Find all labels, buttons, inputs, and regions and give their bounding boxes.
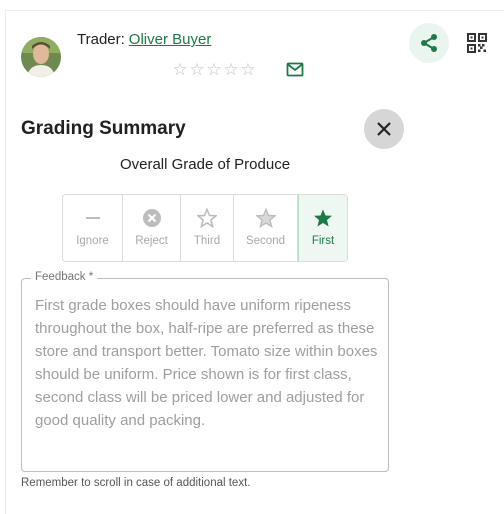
grade-third-button[interactable]: Third bbox=[181, 195, 234, 261]
grade-subtitle: Overall Grade of Produce bbox=[119, 156, 291, 173]
trader-name-link[interactable]: Oliver Buyer bbox=[129, 31, 212, 48]
grade-reject-button[interactable]: Reject bbox=[123, 195, 181, 261]
grade-label: Ignore bbox=[76, 235, 109, 247]
rating-stars: ☆ ☆ ☆ ☆ ☆ bbox=[172, 61, 256, 79]
share-icon bbox=[421, 34, 437, 52]
trader-label: Trader: bbox=[77, 31, 125, 48]
grade-first-button[interactable]: First bbox=[298, 195, 347, 261]
star-icon: ☆ bbox=[240, 60, 256, 79]
star-half-icon bbox=[255, 207, 276, 229]
grade-label: Reject bbox=[135, 235, 168, 247]
scroll-hint: Remember to scroll in case of additional… bbox=[21, 477, 251, 489]
star-outline-icon bbox=[197, 207, 217, 229]
x-circle-icon bbox=[142, 207, 162, 229]
qr-code-icon[interactable] bbox=[467, 33, 487, 53]
star-filled-icon bbox=[313, 207, 333, 229]
dialog-title: Grading Summary bbox=[21, 118, 186, 139]
mail-icon[interactable] bbox=[286, 62, 304, 77]
feedback-text[interactable]: First grade boxes should have uniform ri… bbox=[35, 294, 380, 432]
grade-second-button[interactable]: Second bbox=[234, 195, 298, 261]
grade-label: Third bbox=[193, 235, 221, 247]
grade-label: First bbox=[311, 235, 335, 247]
star-icon: ☆ bbox=[189, 60, 205, 79]
feedback-label: Feedback * bbox=[31, 271, 98, 283]
close-icon bbox=[377, 122, 391, 136]
share-button[interactable] bbox=[409, 23, 449, 63]
minus-icon bbox=[84, 207, 102, 229]
grade-ignore-button[interactable]: Ignore bbox=[63, 195, 123, 261]
trader-line: Trader: Oliver Buyer bbox=[77, 31, 211, 48]
star-icon: ☆ bbox=[206, 60, 222, 79]
star-icon: ☆ bbox=[172, 60, 188, 79]
grade-toggle-group: Ignore Reject Third Second First bbox=[62, 194, 348, 262]
star-icon: ☆ bbox=[223, 60, 239, 79]
avatar[interactable] bbox=[21, 37, 61, 77]
close-button[interactable] bbox=[364, 109, 404, 149]
grade-label: Second bbox=[245, 235, 285, 247]
